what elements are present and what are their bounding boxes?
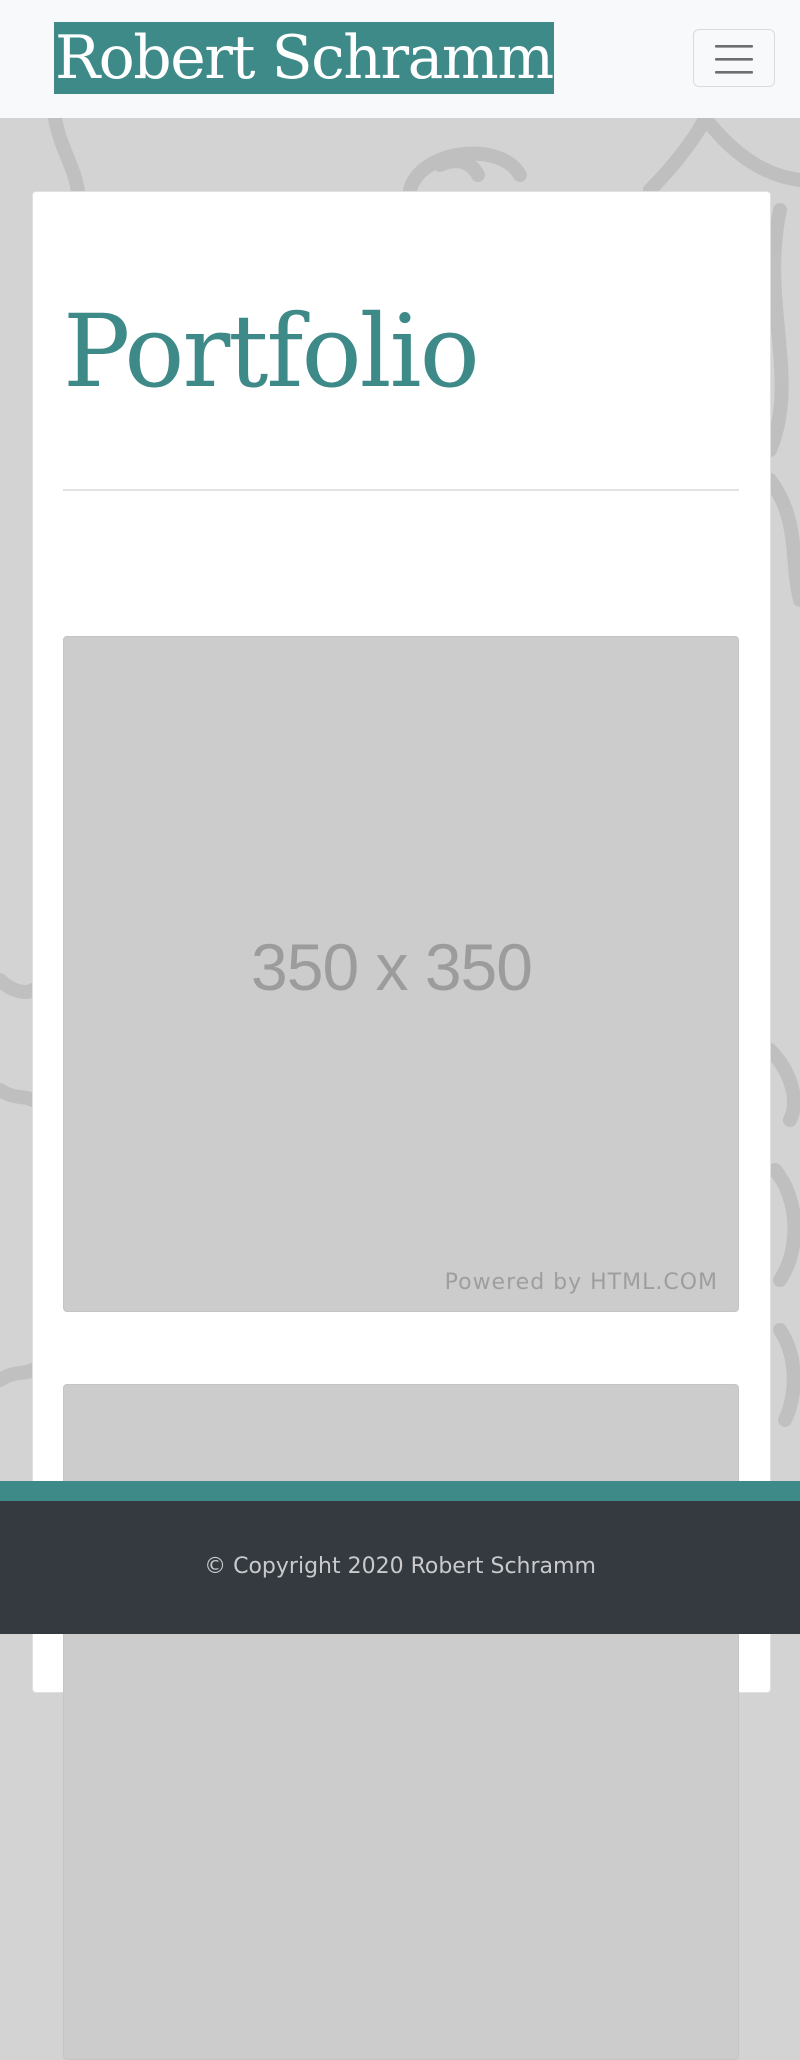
portfolio-image-placeholder[interactable]: 350 x 350 Powered by HTML.COM: [63, 636, 739, 1312]
placeholder-size-label: 350 x 350: [251, 930, 533, 1004]
brand-link[interactable]: Robert Schramm: [54, 22, 554, 94]
footer: © Copyright 2020 Robert Schramm: [0, 1501, 800, 1634]
copyright-text: © Copyright 2020 Robert Schramm: [204, 1554, 596, 1579]
placeholder-credit: Powered by HTML.COM: [444, 1270, 718, 1295]
footer-accent-bar: [0, 1481, 800, 1501]
portfolio-card: Portfolio 350 x 350 Powered by HTML.COM: [32, 191, 771, 2060]
page-title: Portfolio: [63, 293, 480, 410]
hamburger-menu-icon: [715, 45, 753, 74]
navbar-toggler-button[interactable]: [693, 29, 775, 87]
title-divider: [63, 489, 739, 491]
navbar: Robert Schramm: [0, 0, 800, 118]
